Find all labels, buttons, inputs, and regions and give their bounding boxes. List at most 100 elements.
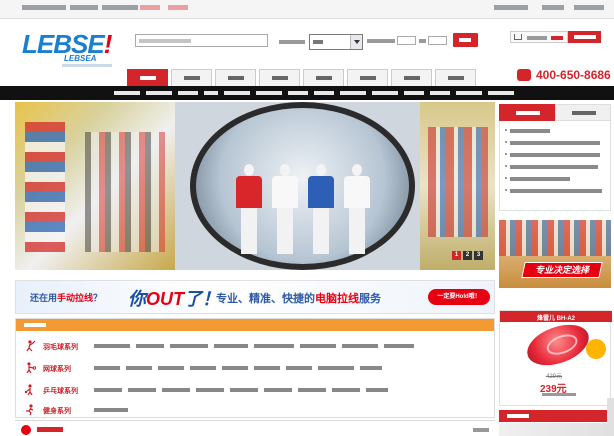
hero-carousel[interactable]: 123 [15,102,495,270]
subnav-item[interactable] [372,91,398,95]
chevron-down-icon[interactable] [350,35,362,49]
login-link[interactable] [70,5,98,10]
sidebar-promo-banner[interactable]: 专业决定选择 [499,220,611,288]
page-scrollbar[interactable] [607,398,614,436]
subcategory-link[interactable] [286,366,312,370]
stringing-service-banner[interactable]: 还在用手动拉线？ 你OUT了！ 专业、精准、快捷的电脑拉线服务 一定要Hold哦… [15,280,495,314]
search-input[interactable] [135,34,268,47]
tab-store-notice[interactable] [499,104,555,121]
notice-item[interactable] [505,189,602,193]
subcategory-links [94,388,454,392]
fitness-runner-icon [26,404,34,416]
top-utility-bar [0,0,614,19]
subcategory-link[interactable] [94,366,120,370]
subcategory-link[interactable] [126,366,152,370]
carousel-dot-3[interactable]: 3 [474,251,483,260]
subcategory-link[interactable] [196,388,224,392]
subcategory-link[interactable] [190,366,216,370]
category-name[interactable]: 乒乓球系列 [43,386,78,396]
search-placeholder [139,39,191,43]
category-name[interactable]: 网球系列 [43,364,71,374]
subnav-item[interactable] [456,91,482,95]
banner-cta-button[interactable]: 一定要Hold哦！ [428,289,490,305]
checkout-button[interactable] [568,31,601,43]
nav-tab-tennis[interactable] [215,69,256,86]
subnav-item[interactable] [430,91,450,95]
subnav-item[interactable] [146,91,172,95]
search-button[interactable] [453,33,478,47]
shopping-cart-button[interactable] [510,31,568,43]
subnav-item[interactable] [340,91,366,95]
subnav-item[interactable] [288,91,308,95]
help-center-link[interactable] [542,5,564,10]
category-name[interactable]: 羽毛球系列 [43,342,78,352]
logo-tagline [62,64,112,67]
subcategory-link[interactable] [366,388,388,392]
subcategory-link[interactable] [136,344,164,348]
subcategory-link[interactable] [360,366,382,370]
subnav-item[interactable] [204,91,218,95]
notice-item[interactable] [505,165,598,169]
register-bracket-link[interactable] [168,5,188,10]
subcategory-link[interactable] [384,344,414,348]
subnav-item[interactable] [404,91,424,95]
subcategory-link[interactable] [332,388,360,392]
notice-item[interactable] [505,177,570,181]
product-title[interactable]: 烽雷儿 BH-A2 [500,313,612,322]
product-title-bar: 烽雷儿 BH-A2 [500,311,612,322]
featured-product-card[interactable]: 烽雷儿 BH-A2 429元 239元 [499,310,612,406]
subcategory-link[interactable] [298,388,326,392]
subcategory-link[interactable] [158,366,184,370]
subcategory-link[interactable] [170,344,208,348]
notice-item[interactable] [505,141,600,145]
subcategory-link[interactable] [318,366,354,370]
subnav-item[interactable] [314,91,334,95]
subnav-item[interactable] [114,91,140,95]
subcategory-link[interactable] [254,366,280,370]
subcategory-link[interactable] [94,388,122,392]
subcategory-link[interactable] [222,366,248,370]
nav-tab-fitness[interactable] [303,69,344,86]
subcategory-link[interactable] [94,344,130,348]
subnav-item[interactable] [224,91,250,95]
carousel-dot-2[interactable]: 2 [463,251,472,260]
subcategory-link[interactable] [214,344,248,348]
nav-tab-brands[interactable] [347,69,388,86]
nav-tab-table-tennis[interactable] [259,69,300,86]
discount-burst-badge [586,339,606,359]
price-range-label [367,39,395,43]
flash-sale-more-link[interactable] [473,428,489,432]
subcategory-link[interactable] [264,388,292,392]
login-bracket-link[interactable] [140,5,160,10]
subcategory-link[interactable] [254,344,294,348]
nav-tab-service[interactable] [435,69,476,86]
my-order-link[interactable] [494,5,528,10]
register-link[interactable] [102,5,138,10]
category-name[interactable]: 健身系列 [43,406,71,416]
subcategory-link[interactable] [94,408,128,412]
racket-bag-image[interactable] [521,317,595,373]
subcategory-link[interactable] [300,344,336,348]
favorites-link[interactable] [574,5,604,10]
nav-tab-badminton[interactable] [171,69,212,86]
category-select[interactable] [309,34,363,50]
carousel-dot-1[interactable]: 1 [452,251,461,260]
price-min-input[interactable] [397,36,416,45]
subcategory-link[interactable] [230,388,258,392]
subcategory-link[interactable] [342,344,378,348]
price-max-input[interactable] [428,36,447,45]
subnav-item[interactable] [178,91,198,95]
notice-item[interactable] [505,129,550,133]
tab-promotions[interactable] [555,104,611,121]
banner-service-text: 专业、精准、快捷的电脑拉线服务 [216,293,381,305]
hero-store-racks-left [15,102,175,270]
subcategory-link[interactable] [128,388,156,392]
subnav-item[interactable] [256,91,282,95]
nav-tab-team[interactable] [391,69,432,86]
sidebar-section-image[interactable] [499,423,611,436]
notice-item[interactable] [505,153,600,157]
site-logo[interactable]: LEBSE! LEBSEA [22,29,112,69]
subcategory-link[interactable] [162,388,190,392]
nav-tab-home[interactable] [127,69,168,86]
subnav-item[interactable] [488,91,514,95]
